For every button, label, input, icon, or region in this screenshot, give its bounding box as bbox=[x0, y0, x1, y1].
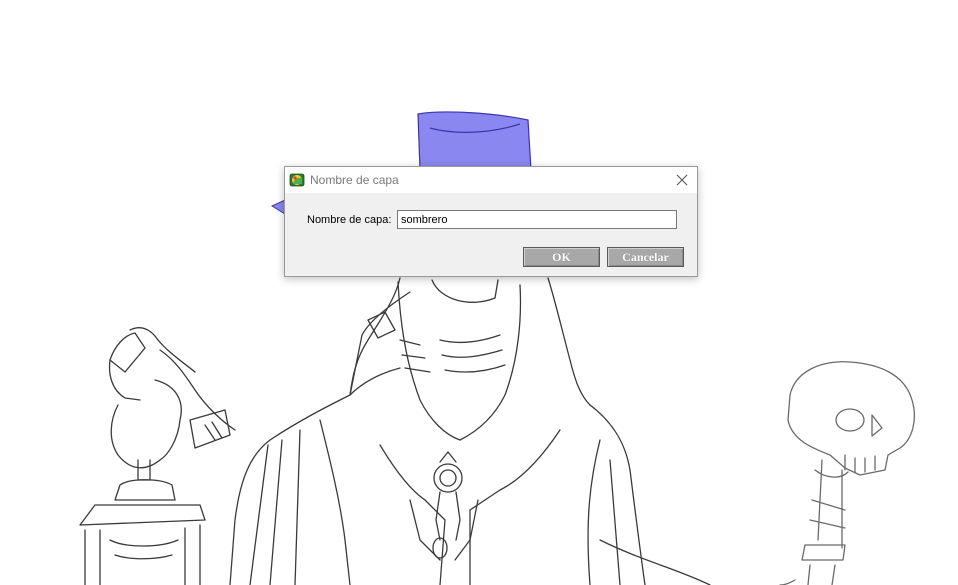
left-hand-lantern bbox=[79, 327, 236, 585]
drawing-canvas[interactable] bbox=[0, 0, 958, 585]
cancel-button[interactable]: Cancelar bbox=[607, 247, 684, 267]
close-button[interactable] bbox=[671, 170, 693, 190]
skull-staff bbox=[779, 361, 915, 585]
dialog-titlebar[interactable]: Nombre de capa bbox=[285, 167, 697, 193]
dialog-title: Nombre de capa bbox=[310, 173, 399, 187]
robe-outline bbox=[229, 394, 711, 585]
hood-outline bbox=[349, 277, 591, 441]
layer-name-dialog: Nombre de capa Nombre de capa: OK Cancel… bbox=[284, 166, 698, 277]
dialog-body: Nombre de capa: OK Cancelar bbox=[285, 193, 697, 276]
ok-button[interactable]: OK bbox=[523, 247, 600, 267]
layer-name-label: Nombre de capa: bbox=[307, 214, 392, 226]
clasp-brooch bbox=[409, 451, 479, 561]
line-art-drawing bbox=[79, 111, 915, 585]
close-icon bbox=[676, 174, 688, 186]
paint-app-icon bbox=[289, 172, 305, 188]
layer-name-input[interactable] bbox=[397, 210, 677, 229]
